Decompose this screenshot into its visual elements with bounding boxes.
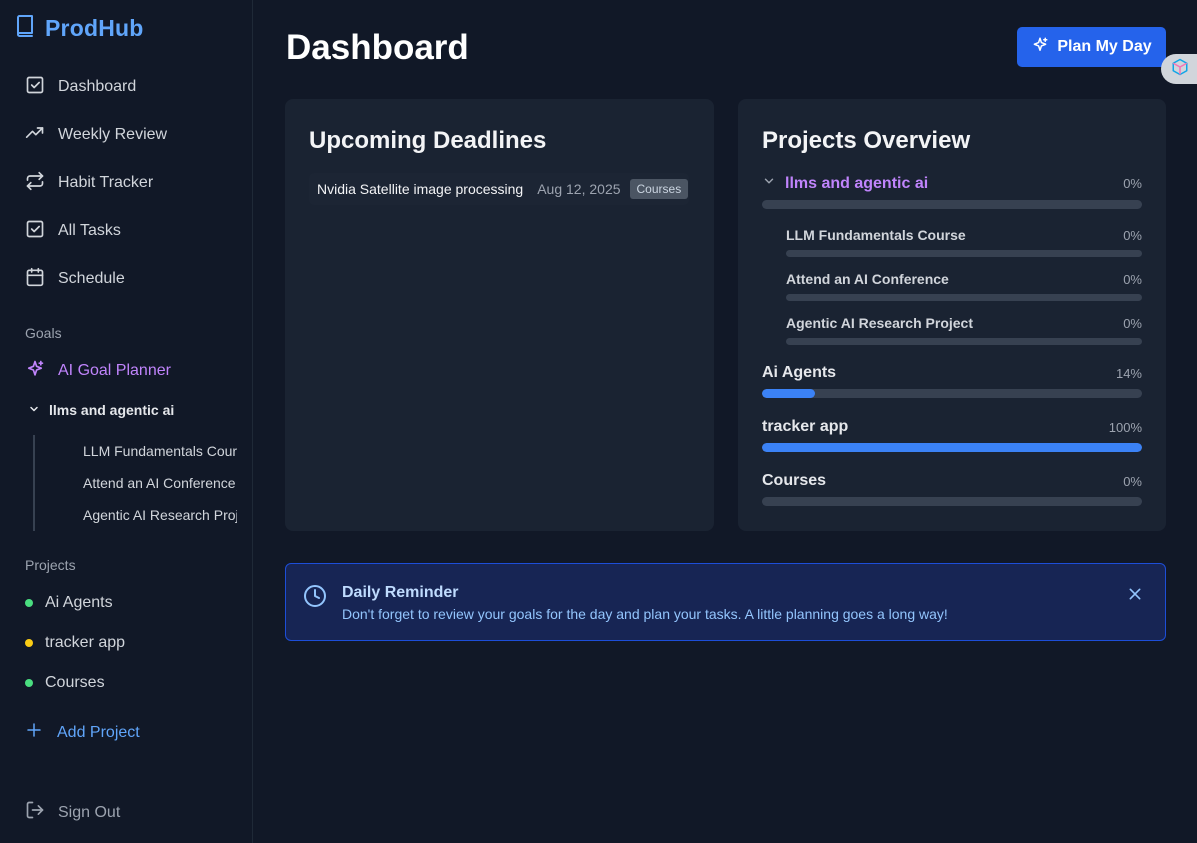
sparkles-icon <box>25 359 45 384</box>
reminder-title: Daily Reminder <box>342 584 459 601</box>
add-project-label: Add Project <box>57 723 140 741</box>
percent-label: 0% <box>1123 473 1142 489</box>
goals-section-label: Goals <box>25 325 62 341</box>
project-overview-row[interactable]: tracker app 100% <box>762 418 1142 436</box>
upcoming-deadlines-card: Upcoming Deadlines Nvidia Satellite imag… <box>285 99 714 531</box>
projects-overview-card: Projects Overview llms and agentic ai 0%… <box>738 99 1166 531</box>
cube-icon <box>1171 58 1189 81</box>
status-dot <box>25 679 33 687</box>
goal-child-item[interactable]: Agentic AI Research Project <box>83 507 237 523</box>
card-title: Projects Overview <box>762 127 971 154</box>
reminder-text: Don't forget to review your goals for th… <box>342 606 948 622</box>
sidebar-project-courses[interactable]: Courses <box>25 674 105 692</box>
repeat-icon <box>25 171 45 196</box>
progress-bar <box>762 497 1142 506</box>
project-overview-row[interactable]: Ai Agents 14% <box>762 364 1142 382</box>
ai-goal-planner-label: AI Goal Planner <box>58 362 171 379</box>
check-square-icon <box>25 219 45 244</box>
sub-goal-row[interactable]: Attend an AI Conference 0% <box>786 271 1142 287</box>
chevron-down-icon <box>28 402 40 418</box>
percent-label: 100% <box>1108 419 1142 435</box>
sign-out-button[interactable]: Sign Out <box>25 800 120 825</box>
percent-label: 0% <box>1123 176 1142 191</box>
page-title: Dashboard <box>286 28 469 67</box>
goal-overview-row[interactable]: llms and agentic ai 0% <box>762 174 1142 193</box>
chevron-down-icon <box>762 174 776 193</box>
project-overview-row[interactable]: Courses 0% <box>762 472 1142 490</box>
goal-name: llms and agentic ai <box>785 174 929 192</box>
nav-all-tasks[interactable]: All Tasks <box>25 219 121 243</box>
progress-bar <box>762 443 1142 452</box>
project-name: Courses <box>762 472 827 489</box>
percent-label: 0% <box>1123 227 1142 243</box>
progress-bar <box>786 250 1142 257</box>
sub-goal-name: Agentic AI Research Project <box>786 315 973 331</box>
sidebar: ProdHub Dashboard Weekly Review Habit Tr… <box>0 0 253 843</box>
project-label: Courses <box>45 674 105 691</box>
plus-icon <box>25 721 43 744</box>
projects-section-label: Projects <box>25 557 76 573</box>
daily-reminder-banner: Daily Reminder Don't forget to review yo… <box>285 563 1166 641</box>
book-icon <box>15 14 35 43</box>
sparkles-icon <box>1031 36 1049 59</box>
brand-name: ProdHub <box>45 15 144 41</box>
floating-widget-tab[interactable] <box>1161 54 1197 84</box>
nav-schedule[interactable]: Schedule <box>25 267 125 291</box>
sub-goal-row[interactable]: LLM Fundamentals Course 0% <box>786 227 1142 243</box>
status-dot <box>25 599 33 607</box>
nav-label: All Tasks <box>58 222 121 239</box>
check-square-icon <box>25 75 45 100</box>
progress-fill <box>762 389 816 398</box>
percent-label: 0% <box>1123 315 1142 331</box>
project-tag: Courses <box>629 179 689 199</box>
project-name: tracker app <box>762 418 849 435</box>
deadline-item[interactable]: Nvidia Satellite image processing Aug 12… <box>309 173 689 205</box>
progress-bar <box>786 338 1142 345</box>
nav-weekly-review[interactable]: Weekly Review <box>25 123 167 147</box>
plan-my-day-button[interactable]: Plan My Day <box>1017 27 1166 67</box>
deadline-date: Aug 12, 2025 <box>537 181 621 197</box>
clock-icon <box>303 584 327 613</box>
calendar-icon <box>25 267 45 292</box>
sidebar-project-tracker-app[interactable]: tracker app <box>25 634 125 652</box>
plan-my-day-label: Plan My Day <box>1057 38 1152 55</box>
goal-group-label: llms and agentic ai <box>49 402 175 418</box>
progress-fill <box>762 443 1142 452</box>
ai-goal-planner-link[interactable]: AI Goal Planner <box>25 359 171 383</box>
nav-dashboard[interactable]: Dashboard <box>25 75 136 99</box>
trending-up-icon <box>25 123 45 148</box>
log-out-icon <box>25 800 45 825</box>
sub-goal-name: Attend an AI Conference <box>786 271 949 287</box>
nav-habit-tracker[interactable]: Habit Tracker <box>25 171 153 195</box>
sidebar-project-ai-agents[interactable]: Ai Agents <box>25 594 113 612</box>
nav-label: Habit Tracker <box>58 174 154 191</box>
goal-group-toggle[interactable]: llms and agentic ai <box>28 402 174 418</box>
tree-line <box>33 435 35 531</box>
percent-label: 14% <box>1115 365 1142 381</box>
sub-goal-row[interactable]: Agentic AI Research Project 0% <box>786 315 1142 331</box>
project-label: Ai Agents <box>45 594 113 611</box>
deadline-name: Nvidia Satellite image processing <box>317 181 524 197</box>
close-icon[interactable] <box>1127 586 1143 607</box>
nav-label: Dashboard <box>58 78 137 95</box>
card-title: Upcoming Deadlines <box>309 127 547 154</box>
goal-child-item[interactable]: Attend an AI Conference <box>83 475 237 491</box>
nav-label: Schedule <box>58 270 125 287</box>
sub-goal-name: LLM Fundamentals Course <box>786 227 966 243</box>
progress-bar <box>786 294 1142 301</box>
progress-bar <box>762 389 1142 398</box>
goal-child-item[interactable]: LLM Fundamentals Course <box>83 443 237 459</box>
nav-label: Weekly Review <box>58 126 168 143</box>
percent-label: 0% <box>1123 271 1142 287</box>
add-project-button[interactable]: Add Project <box>25 721 140 744</box>
project-label: tracker app <box>45 634 126 651</box>
brand[interactable]: ProdHub <box>15 14 144 43</box>
status-dot <box>25 639 33 647</box>
project-name: Ai Agents <box>762 364 837 381</box>
sign-out-label: Sign Out <box>58 803 121 821</box>
progress-bar <box>762 200 1142 209</box>
